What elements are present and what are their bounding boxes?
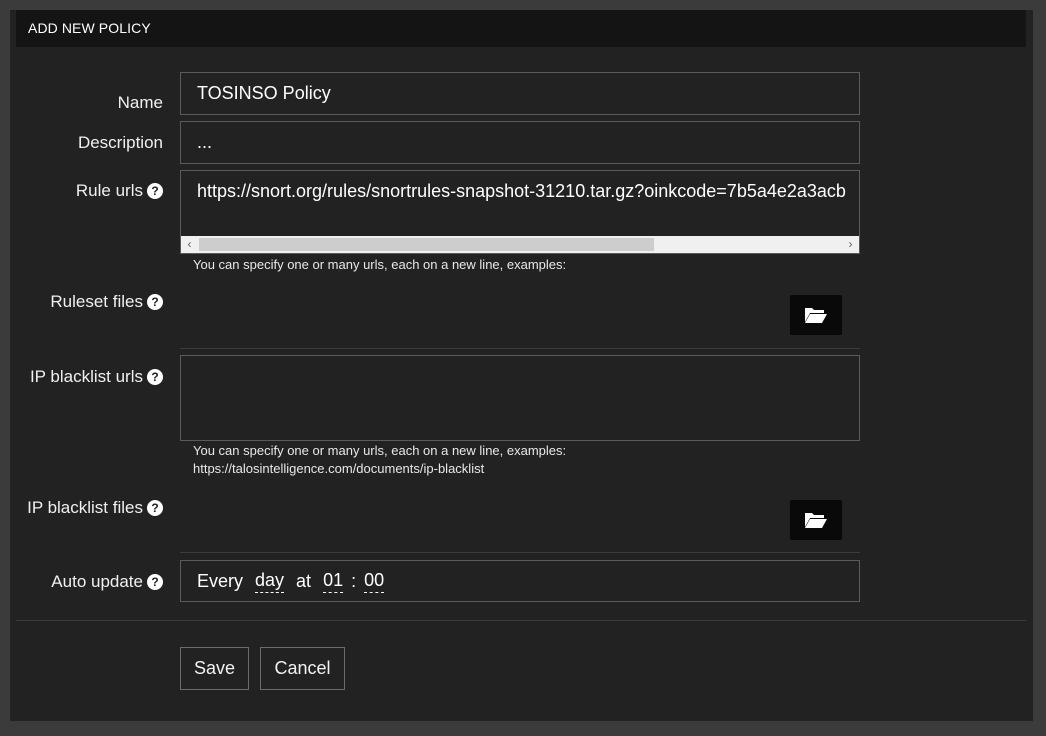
ruleset-files-label: Ruleset files ? xyxy=(50,291,163,313)
auto-update-field: Every day at 01 : 00 xyxy=(180,560,860,602)
folder-open-icon xyxy=(805,308,827,323)
auto-update-period-select[interactable]: day xyxy=(255,570,285,593)
question-circle-icon[interactable]: ? xyxy=(147,574,163,590)
folder-open-icon xyxy=(805,513,827,528)
auto-update-label: Auto update ? xyxy=(51,571,163,593)
auto-update-every: Every xyxy=(197,570,244,591)
scrollbar-thumb[interactable] xyxy=(199,238,654,251)
ip-blacklist-urls-hint: You can specify one or many urls, each o… xyxy=(193,442,566,478)
name-label: Name xyxy=(117,93,163,112)
rule-urls-label: Rule urls ? xyxy=(76,180,163,202)
ip-blacklist-urls-label: IP blacklist urls ? xyxy=(30,366,163,388)
chevron-left-icon[interactable]: ‹ xyxy=(181,236,198,253)
auto-update-colon: : xyxy=(351,570,357,591)
add-policy-panel: ADD NEW POLICY Name TOSINSO Policy Descr… xyxy=(10,10,1033,721)
divider xyxy=(180,552,860,553)
description-label: Description xyxy=(77,133,163,152)
question-circle-icon[interactable]: ? xyxy=(147,183,163,199)
divider xyxy=(180,348,860,349)
ruleset-files-browse-button[interactable] xyxy=(790,295,842,335)
auto-update-at: at xyxy=(296,570,312,591)
ip-blacklist-hint-line2: https://talosintelligence.com/documents/… xyxy=(193,461,485,476)
ip-blacklist-files-browse-button[interactable] xyxy=(790,500,842,540)
panel-title: ADD NEW POLICY xyxy=(16,10,1026,47)
auto-update-minute-select[interactable]: 00 xyxy=(364,570,385,593)
rule-urls-hint: You can specify one or many urls, each o… xyxy=(193,257,567,272)
cancel-button[interactable]: Cancel xyxy=(260,647,345,690)
rule-urls-value: https://snort.org/rules/snortrules-snaps… xyxy=(197,181,846,201)
rule-urls-textarea[interactable]: https://snort.org/rules/snortrules-snaps… xyxy=(180,170,860,254)
ip-blacklist-urls-value xyxy=(181,356,859,376)
ip-blacklist-urls-textarea[interactable] xyxy=(180,355,860,441)
question-circle-icon[interactable]: ? xyxy=(147,369,163,385)
auto-update-hour-select[interactable]: 01 xyxy=(323,570,344,593)
chevron-right-icon[interactable]: › xyxy=(842,236,859,253)
horizontal-scrollbar[interactable]: ‹ › xyxy=(181,236,859,253)
question-circle-icon[interactable]: ? xyxy=(147,500,163,516)
ip-blacklist-files-label: IP blacklist files ? xyxy=(27,497,163,519)
question-circle-icon[interactable]: ? xyxy=(147,294,163,310)
name-field[interactable]: TOSINSO Policy xyxy=(180,72,860,115)
save-button[interactable]: Save xyxy=(180,647,249,690)
ip-blacklist-hint-line1: You can specify one or many urls, each o… xyxy=(193,443,567,458)
description-field[interactable]: ... xyxy=(180,121,860,164)
footer-divider xyxy=(16,620,1026,621)
